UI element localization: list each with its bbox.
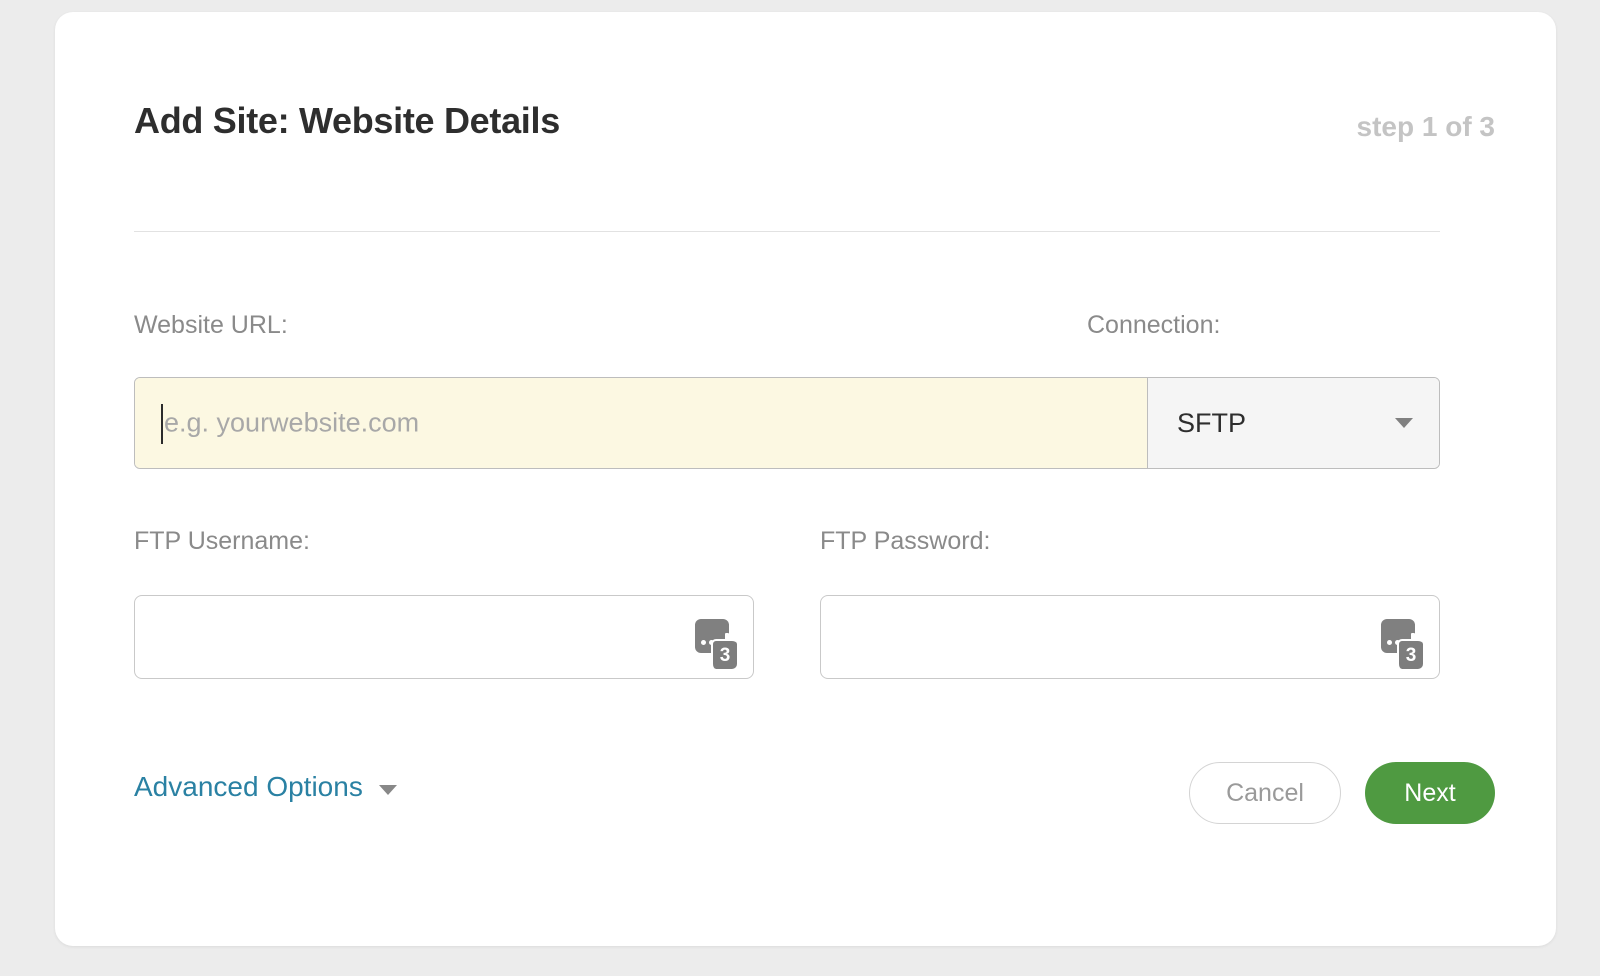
website-url-input[interactable]: e.g. yourwebsite.com 3 — [135, 378, 1147, 468]
ftp-password-label: FTP Password: — [820, 527, 991, 555]
connection-selected-value: SFTP — [1177, 407, 1247, 438]
password-manager-badge-count: 3 — [711, 639, 737, 669]
add-site-dialog: Add Site: Website Details step 1 of 3 We… — [55, 12, 1556, 946]
step-indicator: step 1 of 3 — [1356, 111, 1495, 142]
chevron-down-icon — [378, 785, 397, 795]
ftp-username-input[interactable] — [134, 595, 754, 679]
advanced-options-toggle[interactable]: Advanced Options — [134, 771, 397, 803]
ftp-password-input[interactable] — [820, 595, 1440, 679]
password-manager-icon[interactable]: 3 — [695, 619, 737, 669]
page-background: Add Site: Website Details step 1 of 3 We… — [0, 0, 1600, 976]
page-title: Add Site: Website Details — [134, 100, 560, 141]
header-divider — [134, 231, 1440, 232]
dot — [701, 640, 706, 645]
connection-label: Connection: — [1087, 311, 1221, 339]
url-connection-group: e.g. yourwebsite.com 3 SFTP — [134, 377, 1440, 469]
password-manager-badge-count: 3 — [1397, 639, 1423, 669]
website-url-placeholder: e.g. yourwebsite.com — [164, 407, 420, 438]
dot — [1387, 640, 1392, 645]
website-url-label: Website URL: — [134, 311, 288, 339]
password-manager-icon[interactable]: 3 — [1381, 619, 1423, 669]
text-caret — [161, 404, 163, 444]
dialog-actions: Cancel Next — [1189, 762, 1495, 824]
ftp-username-label: FTP Username: — [134, 527, 310, 555]
next-button[interactable]: Next — [1365, 762, 1495, 824]
chevron-down-icon — [1395, 418, 1413, 428]
cancel-button[interactable]: Cancel — [1189, 762, 1341, 824]
dialog-header: Add Site: Website Details step 1 of 3 — [55, 12, 1556, 232]
advanced-options-label: Advanced Options — [134, 771, 363, 802]
connection-select[interactable]: SFTP — [1147, 378, 1439, 468]
